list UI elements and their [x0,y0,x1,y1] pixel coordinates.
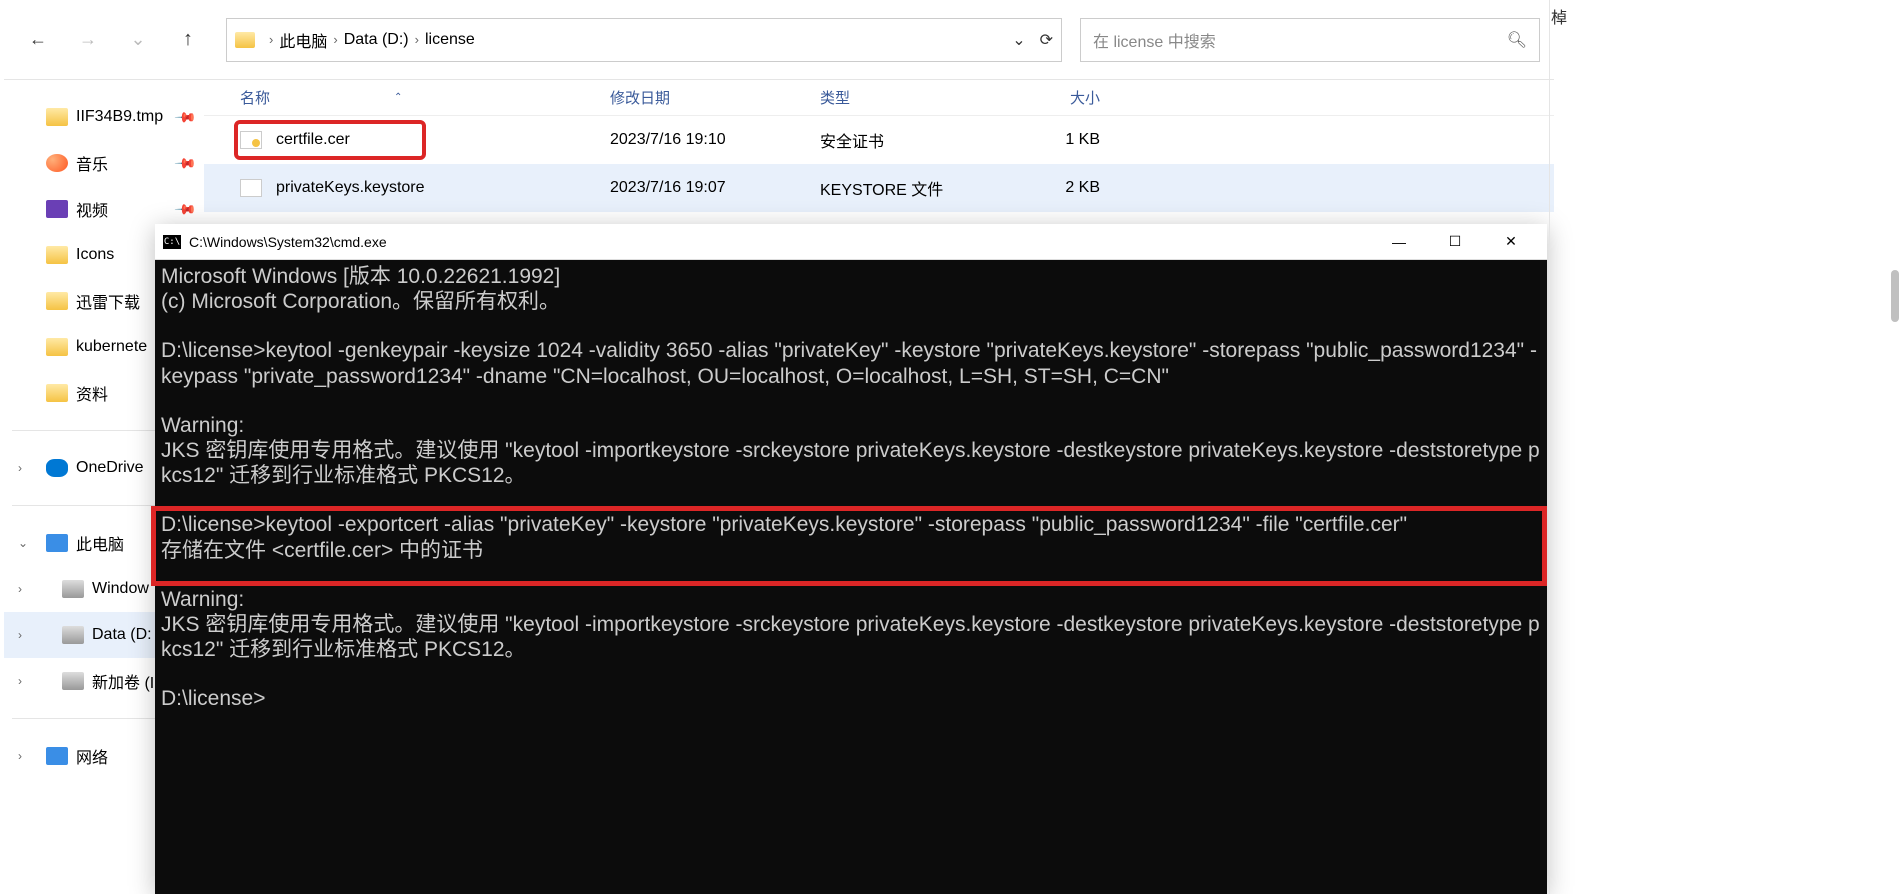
right-panel: 棹 [1549,0,1901,894]
address-bar[interactable]: › 此电脑 › Data (D:) › license ⌄ ⟳ [226,18,1062,62]
pin-icon: 📌 [173,197,197,221]
truncated-char: 棹 [1551,4,1567,28]
cmd-titlebar[interactable]: C:\ C:\Windows\System32\cmd.exe — ☐ ✕ [155,224,1547,260]
recent-dropdown[interactable]: ⌄ [118,20,158,60]
col-type[interactable]: 类型 [820,87,1000,108]
folder-icon [46,108,68,126]
drive-icon [62,626,84,644]
col-name[interactable]: 名称⌃ [240,87,610,108]
breadcrumb-root[interactable]: 此电脑 [279,28,327,52]
chevron-right-icon: › [263,32,279,47]
forward-button[interactable]: → [68,20,108,60]
col-date[interactable]: 修改日期 [610,87,820,108]
scrollbar-thumb[interactable] [1891,270,1899,322]
cmd-title: C:\Windows\System32\cmd.exe [189,234,387,250]
folder-icon [46,338,68,356]
minimize-button[interactable]: — [1371,224,1427,260]
cmd-window: C:\ C:\Windows\System32\cmd.exe — ☐ ✕ Mi… [155,224,1547,894]
search-icon: 🔍︎ [1507,30,1527,50]
folder-icon [46,384,68,402]
up-button[interactable]: ↑ [168,20,208,60]
cmd-body[interactable]: Microsoft Windows [版本 10.0.22621.1992] (… [155,260,1547,894]
col-size[interactable]: 大小 [1000,87,1100,108]
caret-right-icon: › [18,749,22,763]
chevron-right-icon: › [409,32,425,47]
toolbar: ← → ⌄ ↑ › 此电脑 › Data (D:) › license ⌄ ⟳ … [4,0,1554,80]
maximize-button[interactable]: ☐ [1427,224,1483,260]
file-row-keystore[interactable]: privateKeys.keystore 2023/7/16 19:07 KEY… [204,164,1554,212]
sort-asc-icon: ⌃ [394,92,402,103]
pin-icon: 📌 [173,151,197,175]
caret-right-icon: › [18,582,22,596]
close-button[interactable]: ✕ [1483,224,1539,260]
search-input[interactable]: 在 license 中搜索 🔍︎ [1080,18,1540,62]
drive-icon [62,580,84,598]
sidebar-item-tmp[interactable]: IIF34B9.tmp📌 [4,94,204,140]
breadcrumb-drive[interactable]: Data (D:) [344,31,409,49]
address-dropdown-icon[interactable]: ⌄ [1012,30,1025,50]
refresh-icon[interactable]: ⟳ [1040,30,1053,50]
music-icon [46,154,68,172]
video-icon [46,200,68,218]
caret-right-icon: › [18,628,22,642]
sidebar-item-music[interactable]: 音乐📌 [4,140,204,186]
chevron-right-icon: › [327,32,343,47]
folder-icon [46,292,68,310]
pin-icon: 📌 [173,105,197,129]
caret-right-icon: › [18,674,22,688]
folder-icon [235,32,255,48]
caret-right-icon: › [18,461,22,475]
cloud-icon [46,459,68,477]
back-button[interactable]: ← [18,20,58,60]
network-icon [46,747,68,765]
breadcrumb-folder[interactable]: license [425,31,475,49]
caret-down-icon: ⌄ [18,536,28,550]
pc-icon [46,534,68,552]
cmd-icon: C:\ [163,235,181,249]
column-headers: 名称⌃ 修改日期 类型 大小 [204,80,1554,116]
folder-icon [46,246,68,264]
search-placeholder: 在 license 中搜索 [1093,28,1216,52]
drive-icon [62,672,84,690]
file-icon [240,179,262,197]
annotation-box [234,120,426,160]
